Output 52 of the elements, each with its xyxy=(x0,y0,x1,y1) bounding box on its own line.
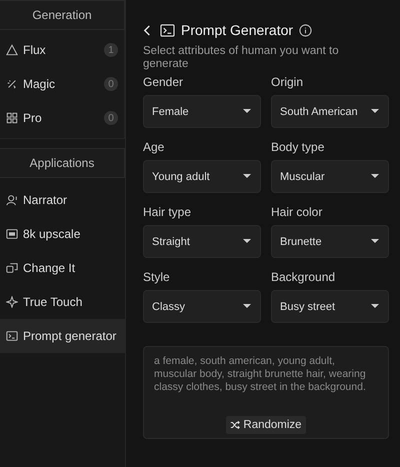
dropdown[interactable]: Busy street xyxy=(271,290,389,323)
sidebar-item[interactable]: True Touch xyxy=(0,285,125,319)
dropdown[interactable]: Female xyxy=(143,95,261,128)
caret-icon xyxy=(371,304,379,309)
swap-icon xyxy=(6,262,18,274)
info-icon[interactable] xyxy=(299,24,312,36)
sidebar-item[interactable]: Flux 1 xyxy=(0,33,124,67)
dropdown[interactable]: Straight xyxy=(143,225,261,258)
caret-icon xyxy=(243,174,251,179)
sidebar-item[interactable]: Pro 0 xyxy=(0,101,124,135)
person-icon xyxy=(6,194,18,206)
section-header: Applications xyxy=(0,148,125,178)
field-label: Gender xyxy=(143,75,184,89)
field-label: Age xyxy=(143,140,166,154)
section-header: Generation xyxy=(0,0,125,30)
caret-icon xyxy=(371,109,379,114)
dropdown[interactable]: Muscular xyxy=(271,160,389,193)
caret-icon xyxy=(371,239,379,244)
triangle-icon xyxy=(6,44,18,56)
count-badge: 1 xyxy=(104,43,118,57)
prompt-box[interactable]: a female, south american, young adult, muscular body, straight brunette hair, wearing classy clothes, busy street in the background. Randomize xyxy=(143,346,389,439)
dropdown[interactable]: Brunette xyxy=(271,225,389,258)
field-label: Hair color xyxy=(271,205,324,219)
shuffle-icon xyxy=(230,420,240,430)
grid-icon xyxy=(6,112,18,124)
dropdown[interactable]: South American xyxy=(271,95,389,128)
back-icon[interactable] xyxy=(143,24,152,36)
badge-icon xyxy=(6,228,18,240)
field-label: Body type xyxy=(271,140,326,154)
caret-icon xyxy=(243,109,251,114)
sidebar-item[interactable]: 8k upscale xyxy=(0,217,125,251)
randomize-button[interactable]: Randomize xyxy=(226,416,306,434)
sidebar-item[interactable]: Narrator xyxy=(0,183,125,217)
count-badge: 0 xyxy=(104,111,118,125)
caret-icon xyxy=(243,304,251,309)
subtitle: Select attributes of human you want to generate xyxy=(143,45,340,71)
sidebar-item[interactable]: Prompt generator xyxy=(0,319,125,353)
field-label: Hair type xyxy=(143,205,192,219)
prompt-text: a female, south american, young adult, muscular body, straight brunette hair, wearing classy clothes, busy street in the background. xyxy=(154,355,367,394)
dropdown[interactable]: Young adult xyxy=(143,160,261,193)
caret-icon xyxy=(371,174,379,179)
field-label: Style xyxy=(143,270,171,284)
caret-icon xyxy=(243,239,251,244)
field-label: Background xyxy=(271,270,336,284)
sidebar-item[interactable]: Change It xyxy=(0,251,125,285)
terminal-icon xyxy=(6,330,18,342)
page-title: Prompt Generator xyxy=(181,22,294,38)
field-label: Origin xyxy=(271,75,304,89)
count-badge: 0 xyxy=(104,77,118,91)
dropdown[interactable]: Classy xyxy=(143,290,261,323)
sidebar-item[interactable]: Magic 0 xyxy=(0,67,124,101)
terminal-icon xyxy=(160,24,175,36)
